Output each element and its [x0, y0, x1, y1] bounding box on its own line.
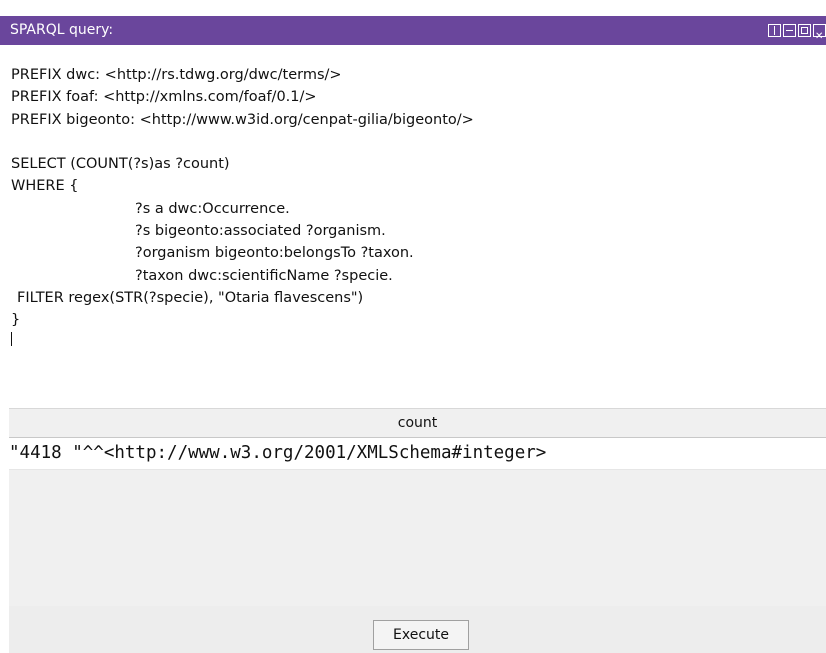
table-row[interactable]: "4418 "^^<http://www.w3.org/2001/XMLSche… — [9, 438, 826, 470]
minimize-icon[interactable] — [783, 24, 796, 37]
window-titlebar: SPARQL query: — [0, 16, 826, 51]
query-line — [11, 131, 826, 153]
query-editor[interactable]: PREFIX dwc: <http://rs.tdwg.org/dwc/term… — [0, 45, 826, 405]
close-icon[interactable] — [813, 22, 826, 51]
query-line: } — [11, 312, 21, 329]
action-bar: Execute — [9, 606, 826, 653]
query-line: WHERE { — [11, 178, 79, 195]
results-column-header[interactable]: count — [9, 409, 826, 438]
maximize-icon[interactable] — [798, 24, 811, 37]
query-line: SELECT (COUNT(?s)as ?count) — [11, 156, 230, 173]
text-cursor-line — [11, 331, 826, 346]
tile-icon[interactable] — [768, 24, 781, 37]
query-line: ?s bigeonto:associated ?organism. — [135, 223, 386, 240]
results-table: count "4418 "^^<http://www.w3.org/2001/X… — [9, 408, 826, 606]
query-line: PREFIX bigeonto: <http://www.w3id.org/ce… — [11, 111, 474, 128]
query-line: ?organism bigeonto:belongsTo ?taxon. — [135, 245, 414, 262]
text-cursor — [11, 331, 12, 346]
window-controls — [768, 22, 826, 51]
query-line: PREFIX foaf: <http://xmlns.com/foaf/0.1/… — [11, 89, 317, 106]
window-title: SPARQL query: — [10, 22, 114, 38]
query-line: PREFIX dwc: <http://rs.tdwg.org/dwc/term… — [11, 67, 342, 83]
query-line: FILTER regex(STR(?specie), "Otaria flave… — [17, 289, 364, 306]
top-strip — [0, 0, 826, 16]
query-line: ?taxon dwc:scientificName ?specie. — [135, 267, 393, 284]
query-line: ?s a dwc:Occurrence. — [135, 200, 290, 217]
execute-button[interactable]: Execute — [373, 620, 469, 650]
